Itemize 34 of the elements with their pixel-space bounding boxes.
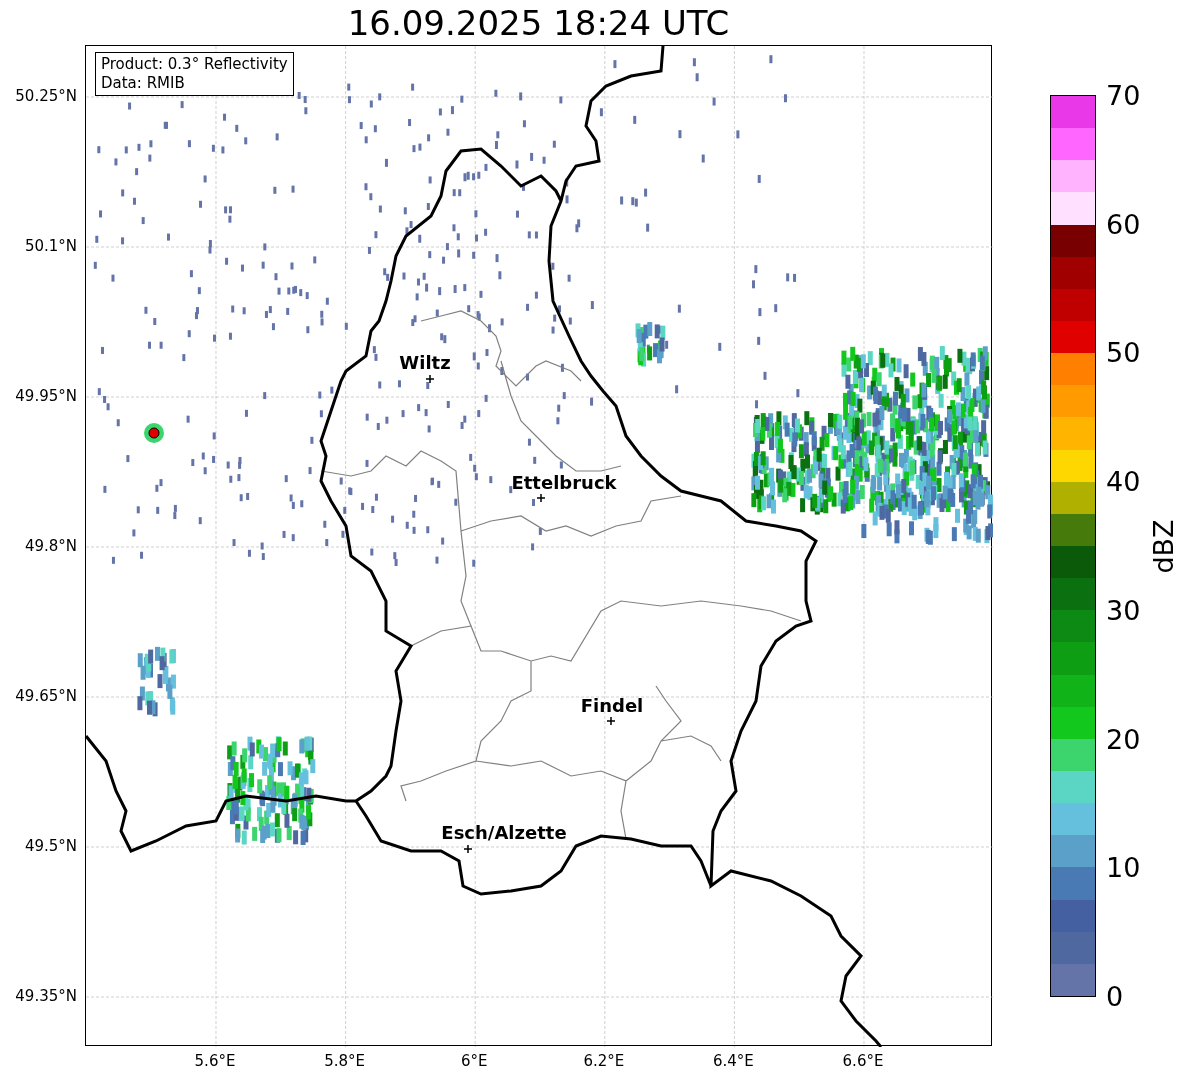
city-marker-icon <box>463 844 473 854</box>
latitude-label: 50.1°N <box>24 238 77 254</box>
city-label: Wiltz <box>399 354 451 372</box>
radar-site-icon <box>144 423 164 443</box>
legend-text: Data: RMIB <box>101 74 186 93</box>
latitude-label: 49.8°N <box>24 538 77 554</box>
city-marker-icon <box>606 716 616 726</box>
latitude-label: 49.35°N <box>15 988 77 1004</box>
city-marker-icon <box>425 374 435 384</box>
colorbar-tick-label: 50 <box>1106 338 1141 366</box>
city-marker-icon <box>536 493 546 503</box>
latitude-label: 49.65°N <box>15 688 77 704</box>
colorbar-tick-label: 60 <box>1106 210 1141 238</box>
colorbar-unit-label: dBZ <box>1149 518 1177 574</box>
longitude-label: 6.2°E <box>583 1054 625 1069</box>
longitude-label: 6.4°E <box>712 1054 754 1069</box>
chart-title: 16.09.2025 18:24 UTC <box>347 5 730 40</box>
longitude-label: 5.6°E <box>194 1054 236 1069</box>
colorbar-tick-label: 10 <box>1106 853 1141 881</box>
legend-text: Product: 0.3° Reflectivity <box>101 55 288 74</box>
latitude-label: 49.5°N <box>24 838 77 854</box>
colorbar-tick-label: 0 <box>1106 982 1124 1010</box>
colorbar-tick-label: 70 <box>1106 81 1141 109</box>
colorbar-tick-label: 20 <box>1106 725 1141 753</box>
latitude-label: 49.95°N <box>15 388 77 404</box>
city-label: Esch/Alzette <box>441 824 567 842</box>
longitude-label: 5.8°E <box>324 1054 365 1069</box>
city-label: Findel <box>580 697 644 715</box>
latitude-label: 50.25°N <box>15 88 77 104</box>
colorbar-tick-label: 30 <box>1106 596 1141 624</box>
longitude-label: 6.6°E <box>842 1054 884 1069</box>
city-label: Ettelbruck <box>511 474 617 492</box>
longitude-label: 6°E <box>460 1054 488 1069</box>
colorbar-tick-label: 40 <box>1106 467 1141 495</box>
